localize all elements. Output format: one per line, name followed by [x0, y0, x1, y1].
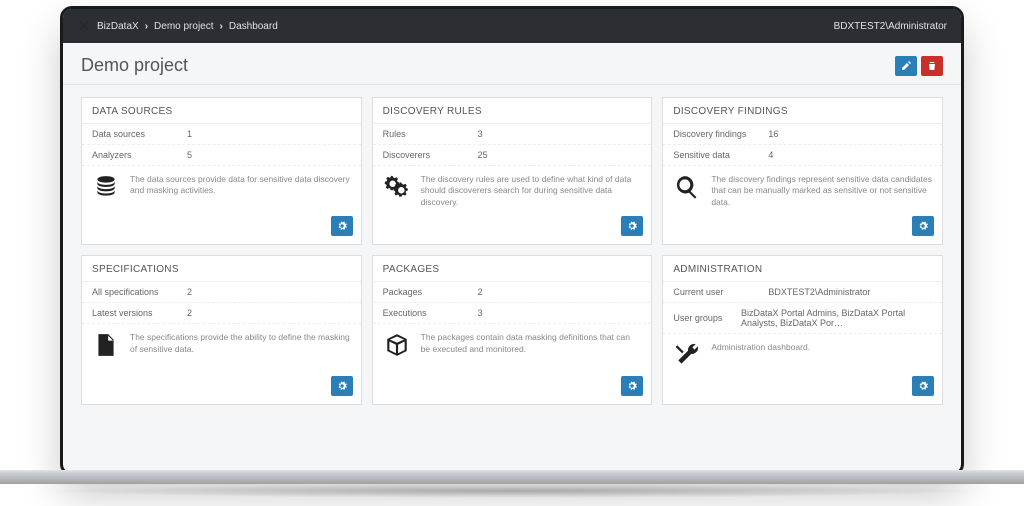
card-description: The packages contain data masking defini… — [421, 332, 642, 355]
stat-row: Discoverers 25 — [373, 145, 652, 166]
search-icon — [673, 174, 701, 200]
crumb-app[interactable]: BizDataX — [97, 21, 139, 32]
card-description-area: The discovery rules are used to define w… — [373, 166, 652, 216]
cards-grid: DATA SOURCES Data sources 1 Analyzers 5 … — [63, 85, 961, 417]
stat-label: User groups — [673, 313, 741, 323]
card-settings-button[interactable] — [912, 376, 934, 396]
card-specifications: SPECIFICATIONS All specifications 2 Late… — [81, 255, 362, 405]
card-settings-button[interactable] — [621, 216, 643, 236]
card-description: The discovery findings represent sensiti… — [711, 174, 932, 208]
card-title: ADMINISTRATION — [663, 256, 942, 282]
stat-label: Sensitive data — [673, 150, 768, 160]
stat-value: 2 — [187, 287, 192, 297]
gear-icon — [337, 381, 347, 391]
card-administration: ADMINISTRATION Current user BDXTEST2\Adm… — [662, 255, 943, 405]
card-data-sources: DATA SOURCES Data sources 1 Analyzers 5 … — [81, 97, 362, 245]
card-title: DISCOVERY FINDINGS — [663, 98, 942, 124]
card-description: The data sources provide data for sensit… — [130, 174, 351, 197]
page-title: Demo project — [81, 55, 188, 76]
stat-label: Discovery findings — [673, 129, 768, 139]
stat-value: 3 — [478, 129, 483, 139]
stat-label: All specifications — [92, 287, 187, 297]
stat-row: Discovery findings 16 — [663, 124, 942, 145]
card-description-area: The discovery findings represent sensiti… — [663, 166, 942, 216]
database-icon — [92, 174, 120, 200]
stat-label: Discoverers — [383, 150, 478, 160]
stat-row: All specifications 2 — [82, 282, 361, 303]
edit-button[interactable] — [895, 56, 917, 76]
crumb-project[interactable]: Demo project — [154, 21, 213, 32]
trash-icon — [927, 61, 937, 71]
stat-label: Data sources — [92, 129, 187, 139]
laptop-shadow — [40, 484, 984, 498]
laptop-screen: BizDataX › Demo project › Dashboard BDXT… — [60, 6, 964, 476]
page-actions — [895, 56, 943, 76]
pencil-icon — [901, 61, 911, 71]
stat-row: Packages 2 — [373, 282, 652, 303]
stat-row: Latest versions 2 — [82, 303, 361, 324]
stat-label: Packages — [383, 287, 478, 297]
stat-value: 5 — [187, 150, 192, 160]
stat-row: Analyzers 5 — [82, 145, 361, 166]
stat-value: 3 — [478, 308, 483, 318]
gear-icon — [627, 221, 637, 231]
package-icon — [383, 332, 411, 358]
stat-label: Rules — [383, 129, 478, 139]
card-packages: PACKAGES Packages 2 Executions 3 The pac… — [372, 255, 653, 405]
crumb-sep-2: › — [220, 21, 223, 32]
topbar-user[interactable]: BDXTEST2\Administrator — [834, 21, 947, 32]
card-description-area: Administration dashboard. — [663, 334, 942, 376]
stat-value: 4 — [768, 150, 773, 160]
card-discovery-rules: DISCOVERY RULES Rules 3 Discoverers 25 T… — [372, 97, 653, 245]
crumb-sep-1: › — [145, 21, 148, 32]
card-title: DISCOVERY RULES — [373, 98, 652, 124]
stat-value: 2 — [478, 287, 483, 297]
card-settings-button[interactable] — [331, 376, 353, 396]
topbar: BizDataX › Demo project › Dashboard BDXT… — [63, 9, 961, 43]
stat-value: 2 — [187, 308, 192, 318]
card-settings-button[interactable] — [331, 216, 353, 236]
card-description-area: The data sources provide data for sensit… — [82, 166, 361, 216]
stat-row: Sensitive data 4 — [663, 145, 942, 166]
card-discovery-findings: DISCOVERY FINDINGS Discovery findings 16… — [662, 97, 943, 245]
stat-value: 1 — [187, 129, 192, 139]
stat-row: Rules 3 — [373, 124, 652, 145]
stat-value: BDXTEST2\Administrator — [768, 287, 870, 297]
stat-row: Executions 3 — [373, 303, 652, 324]
gear-icon — [337, 221, 347, 231]
stat-label: Executions — [383, 308, 478, 318]
card-title: DATA SOURCES — [82, 98, 361, 124]
stat-label: Analyzers — [92, 150, 187, 160]
laptop-base-front — [0, 474, 1024, 484]
card-description: The discovery rules are used to define w… — [421, 174, 642, 208]
card-description: Administration dashboard. — [711, 342, 810, 353]
logo-icon — [77, 19, 91, 33]
card-title: SPECIFICATIONS — [82, 256, 361, 282]
card-description-area: The specifications provide the ability t… — [82, 324, 361, 376]
stat-label: Latest versions — [92, 308, 187, 318]
delete-button[interactable] — [921, 56, 943, 76]
card-description: The specifications provide the ability t… — [130, 332, 351, 355]
stat-row: User groups BizDataX Portal Admins, BizD… — [663, 303, 942, 334]
page-header: Demo project — [63, 43, 961, 85]
gear-icon — [918, 221, 928, 231]
crumb-page[interactable]: Dashboard — [229, 21, 278, 32]
card-settings-button[interactable] — [621, 376, 643, 396]
stat-row: Current user BDXTEST2\Administrator — [663, 282, 942, 303]
stat-value: BizDataX Portal Admins, BizDataX Portal … — [741, 308, 932, 328]
card-title: PACKAGES — [373, 256, 652, 282]
gear-icon — [918, 381, 928, 391]
card-settings-button[interactable] — [912, 216, 934, 236]
document-icon — [92, 332, 120, 358]
gear-icon — [627, 381, 637, 391]
stat-label: Current user — [673, 287, 768, 297]
stat-value: 16 — [768, 129, 778, 139]
stat-row: Data sources 1 — [82, 124, 361, 145]
stat-value: 25 — [478, 150, 488, 160]
tools-icon — [673, 342, 701, 368]
card-description-area: The packages contain data masking defini… — [373, 324, 652, 376]
gears-icon — [383, 174, 411, 200]
